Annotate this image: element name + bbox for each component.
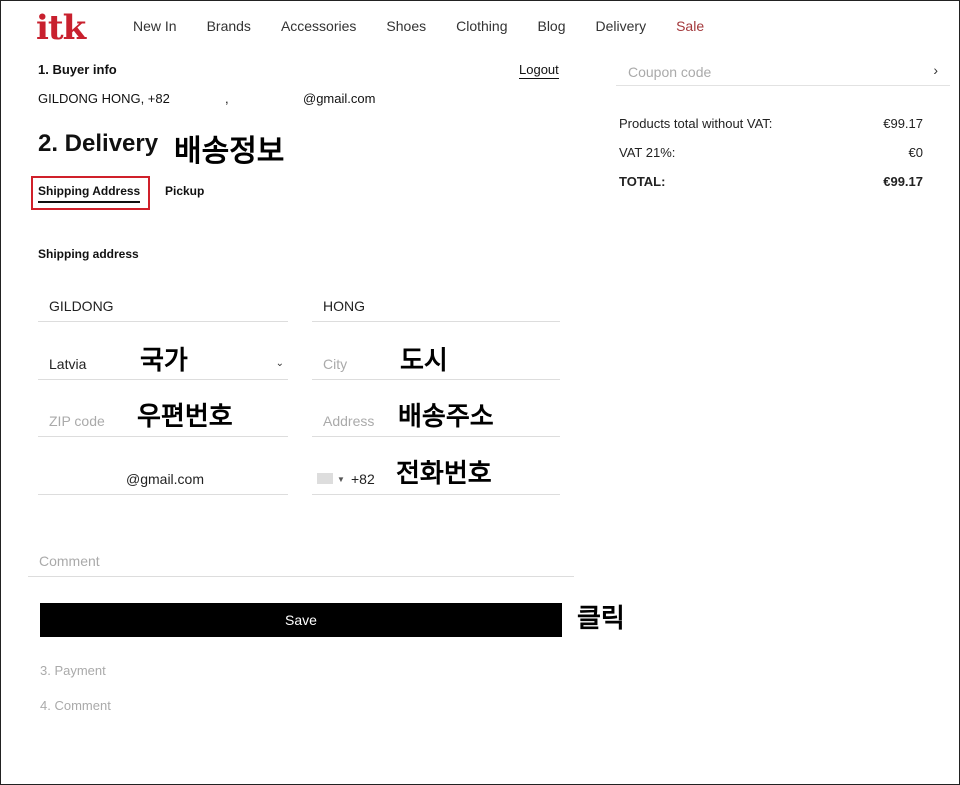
chevron-right-icon[interactable]: ›	[933, 62, 938, 78]
summary-value-subtotal: €99.17	[883, 116, 923, 131]
caret-down-icon[interactable]: ▼	[337, 475, 345, 484]
first-name-field[interactable]: GILDONG	[38, 282, 288, 322]
nav-blog[interactable]: Blog	[537, 18, 565, 34]
nav-delivery[interactable]: Delivery	[596, 18, 647, 34]
annotation-address: 배송주소	[398, 402, 494, 432]
delivery-title: 2. Delivery	[38, 130, 159, 157]
first-name-value: GILDONG	[49, 298, 114, 314]
comment-field[interactable]: Comment	[28, 537, 574, 577]
nav-sale[interactable]: Sale	[676, 18, 704, 34]
nav-accessories[interactable]: Accessories	[281, 18, 356, 34]
step-payment: 3. Payment	[40, 663, 106, 678]
country-value: Latvia	[49, 356, 87, 372]
chevron-down-icon: ⌄	[275, 358, 284, 369]
step-comment: 4. Comment	[40, 698, 111, 713]
summary-value-vat: €0	[908, 145, 923, 160]
buyer-name-phone: GILDONG HONG, +82	[38, 91, 170, 106]
last-name-field[interactable]: HONG	[312, 282, 560, 322]
email-field[interactable]: @gmail.com	[38, 455, 288, 495]
buyer-separator: ,	[225, 91, 229, 106]
save-button[interactable]: Save	[40, 603, 562, 637]
city-placeholder: City	[323, 356, 348, 372]
zip-placeholder: ZIP code	[49, 413, 105, 429]
summary-label-subtotal: Products total without VAT:	[619, 116, 773, 131]
summary-label-vat: VAT 21%:	[619, 145, 676, 160]
address-placeholder: Address	[323, 413, 375, 429]
annotation-phone: 전화번호	[396, 459, 492, 489]
tab-shipping-address[interactable]: Shipping Address	[38, 184, 141, 203]
coupon-code-field[interactable]: Coupon code ›	[616, 56, 950, 86]
coupon-placeholder: Coupon code	[628, 64, 712, 80]
tab-pickup[interactable]: Pickup	[165, 184, 204, 198]
nav-shoes[interactable]: Shoes	[386, 18, 426, 34]
phone-code-value: +82	[351, 471, 375, 487]
annotation-zip: 우편번호	[137, 402, 233, 432]
nav-clothing[interactable]: Clothing	[456, 18, 507, 34]
nav-new-in[interactable]: New In	[133, 18, 177, 34]
country-flag-icon[interactable]	[317, 473, 333, 484]
annotation-delivery: 배송정보	[174, 134, 285, 169]
buyer-info-title: 1. Buyer info	[38, 62, 117, 77]
comment-placeholder: Comment	[39, 553, 100, 569]
annotation-country: 국가	[140, 346, 188, 376]
nav-brands[interactable]: Brands	[207, 18, 251, 34]
annotation-city: 도시	[400, 346, 448, 376]
logout-link[interactable]: Logout	[519, 62, 559, 79]
main-nav: New In Brands Accessories Shoes Clothing…	[118, 18, 719, 34]
email-value: @gmail.com	[126, 471, 205, 487]
shipping-address-label: Shipping address	[38, 247, 139, 261]
buyer-email: @gmail.com	[303, 91, 376, 106]
logo[interactable]: itk	[36, 8, 86, 48]
annotation-click: 클릭	[577, 604, 625, 634]
summary-label-total: TOTAL:	[619, 174, 666, 189]
screenshot-frame	[0, 0, 960, 785]
summary-value-total: €99.17	[883, 174, 923, 189]
last-name-value: HONG	[323, 298, 365, 314]
